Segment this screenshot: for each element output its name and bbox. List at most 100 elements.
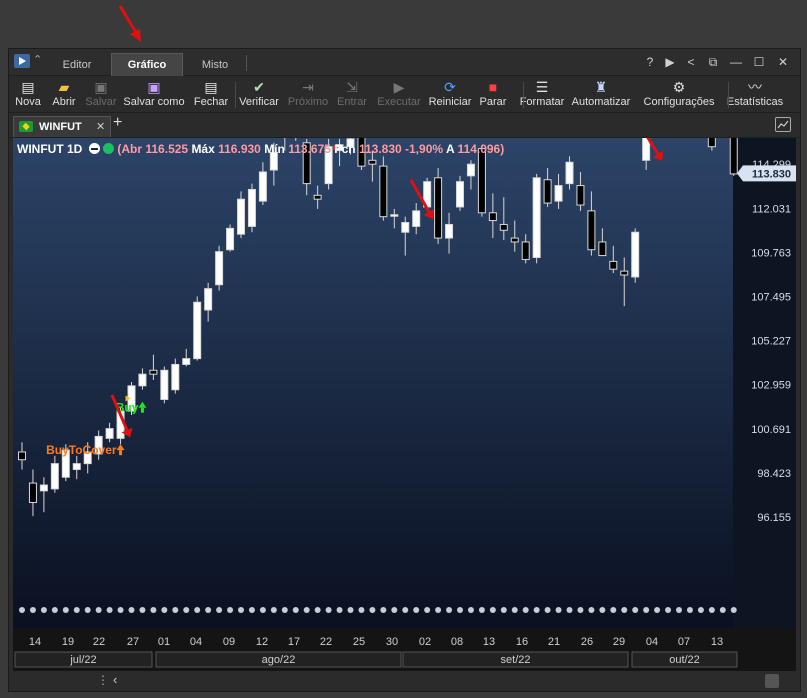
indicator-dot: [270, 607, 277, 613]
signal-buy-to-cover: BuyToCover: [46, 443, 125, 457]
indicator-dot: [51, 607, 58, 613]
open-folder-icon: ▰: [58, 79, 70, 95]
indicator-dot: [533, 607, 540, 613]
doc-tab-close-icon[interactable]: ✕: [96, 117, 105, 137]
candle[interactable]: [631, 228, 640, 283]
month-band: jul/22: [14, 651, 153, 668]
indicator-dot: [566, 607, 573, 613]
toolbar-separator: [523, 82, 524, 108]
indicator-dot: [380, 607, 387, 613]
tab-editor[interactable]: Editor: [49, 55, 105, 75]
share-icon[interactable]: <: [682, 53, 700, 71]
x-tick-label: 25: [353, 636, 365, 648]
toolbar-button-stats[interactable]: 〰 Estatísticas: [723, 76, 787, 112]
x-tick-label: 19: [62, 636, 74, 648]
chart-area[interactable]: BuyToCoverBuySellSellToCoverBuyBuyToCove…: [13, 70, 796, 671]
doc-tab-winfut[interactable]: WINFUT ✕: [13, 116, 111, 137]
popout-icon[interactable]: ⧉: [704, 53, 722, 71]
video-icon[interactable]: ▶: [661, 53, 679, 71]
toolbar-button-label: Próximo: [287, 96, 329, 108]
toolbar-button-close-file[interactable]: ▤ Fechar: [189, 76, 233, 112]
candle[interactable]: [434, 168, 443, 244]
scroll-grip-icon[interactable]: ⋮: [97, 673, 109, 687]
toolbar-button-robot[interactable]: ♜ Automatizar: [570, 76, 632, 112]
indicator-dot: [643, 607, 650, 613]
scroll-corner-button[interactable]: [765, 674, 779, 688]
ohlc-readout: (Abr 116.525 Máx 116.930 Mín 113.675 Fch…: [117, 142, 505, 156]
indicator-dot: [358, 607, 365, 613]
candle-body: [576, 185, 585, 206]
toolbar-button-stop[interactable]: ■ Parar: [477, 76, 509, 112]
candle-body: [499, 223, 508, 231]
signal-label: BuyToCover: [46, 443, 117, 457]
candlestick-chart[interactable]: BuyToCoverBuySellSellToCoverBuyBuyToCove…: [13, 70, 796, 671]
candle[interactable]: [215, 245, 224, 291]
restart-icon: ⟳: [444, 79, 456, 95]
candle-body: [466, 163, 475, 177]
candle-body: [598, 241, 607, 257]
candle-body: [554, 185, 563, 202]
candle-body: [456, 181, 464, 208]
candle-body: [39, 484, 48, 492]
indicator-dot: [150, 607, 157, 613]
candle-body: [160, 369, 169, 400]
tab-misto[interactable]: Misto: [189, 55, 241, 75]
toolbar-button-format[interactable]: ☰ Formatar: [518, 76, 566, 112]
doc-tab-label: WINFUT: [39, 121, 82, 133]
toolbar-button-save-as[interactable]: ▣ Salvar como: [122, 76, 186, 112]
tab-grafico[interactable]: Gráfico: [111, 53, 183, 76]
indicator-dot: [238, 607, 244, 613]
indicator-dot: [577, 607, 584, 613]
x-tick-label: 14: [29, 636, 41, 648]
plot-background: [13, 138, 733, 628]
candle-body: [379, 165, 388, 218]
candle-body: [138, 373, 147, 387]
indicator-dot: [435, 607, 442, 613]
candle[interactable]: [247, 183, 256, 233]
x-tick-label: 08: [451, 636, 463, 648]
indicator-dot: [391, 607, 398, 613]
toolbar-button-check[interactable]: ✔ Verificar: [238, 76, 280, 112]
candle[interactable]: [193, 296, 202, 361]
candle[interactable]: [160, 366, 169, 404]
x-tick-label: 01: [158, 636, 170, 648]
candle-body: [434, 177, 443, 239]
close-icon[interactable]: ✕: [774, 53, 792, 71]
maximize-icon[interactable]: ☐: [750, 53, 768, 71]
candle[interactable]: [379, 156, 388, 221]
horizontal-scrollbar[interactable]: ⋮ ‹: [9, 671, 800, 691]
indicator-dot: [654, 607, 661, 613]
toolbar-button-new-file[interactable]: ▤ Nova: [13, 76, 43, 112]
candle-body: [18, 451, 26, 461]
toolbar-button-enter: ⇲ Entrar: [334, 76, 370, 112]
toolbar-button-open-folder[interactable]: ▰ Abrir: [49, 76, 79, 112]
collapse-icon[interactable]: [88, 143, 100, 154]
month-label: set/22: [501, 654, 531, 666]
help-icon[interactable]: ?: [641, 53, 659, 71]
candle[interactable]: [729, 113, 738, 176]
chart-view-icon[interactable]: [775, 117, 791, 132]
candle[interactable]: [226, 224, 235, 252]
title-bar: ⌃ Editor Gráfico Misto ? ▶ < ⧉ — ☐ ✕: [9, 49, 800, 76]
chevron-up-icon[interactable]: ⌃: [33, 53, 42, 66]
candle-body: [565, 161, 574, 185]
add-tab-icon[interactable]: +: [113, 114, 122, 132]
candle-body: [28, 482, 37, 504]
toolbar-button-label: Parar: [479, 96, 507, 108]
toolbar-button-gear[interactable]: ⚙ Configurações: [641, 76, 717, 112]
candle[interactable]: [532, 173, 541, 264]
toolbar-button-label: Fechar: [193, 96, 229, 108]
signal-arrow-stem: [119, 450, 123, 456]
indicator-dot: [161, 607, 168, 613]
toolbar-button-restart[interactable]: ⟳ Reiniciar: [427, 76, 473, 112]
candle-body: [215, 251, 224, 286]
candle-body: [707, 136, 716, 148]
indicator-dot: [478, 607, 485, 613]
candle-body: [105, 428, 114, 439]
scroll-left-icon[interactable]: ‹: [113, 672, 117, 687]
minimize-icon[interactable]: —: [727, 53, 745, 71]
indicator-dot: [719, 607, 726, 613]
month-label: out/22: [669, 654, 700, 666]
x-tick-label: 27: [127, 636, 139, 648]
candle-body: [477, 148, 486, 214]
